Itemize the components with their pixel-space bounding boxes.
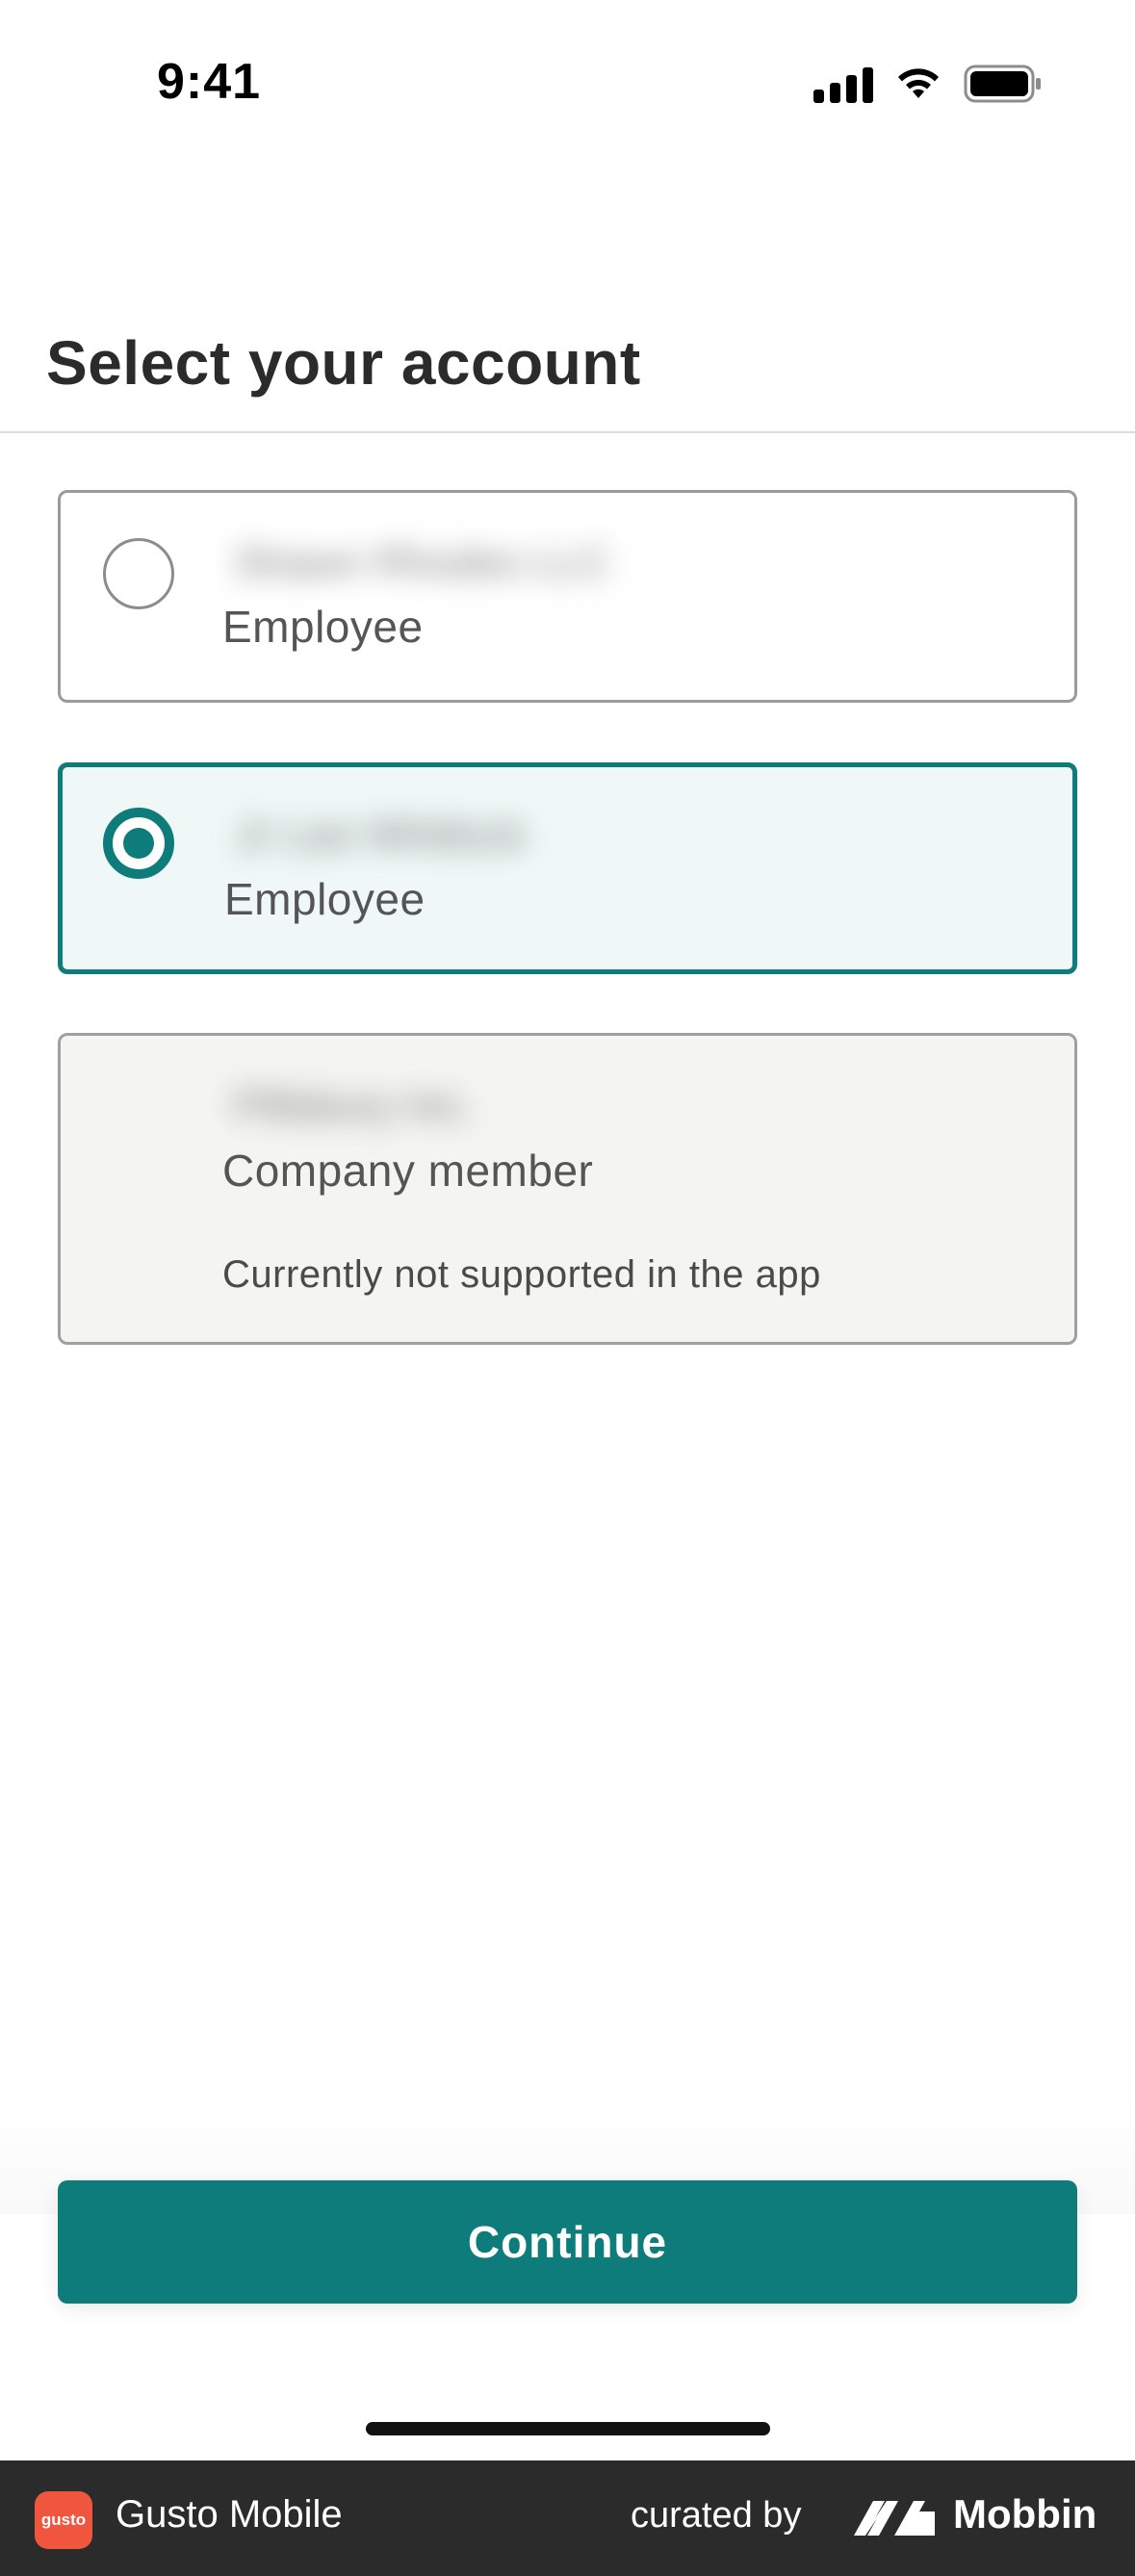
account-name: Jr Lee Whitlock xyxy=(236,811,526,859)
curated-by-label: curated by xyxy=(631,2495,802,2536)
mobbin-logo-icon xyxy=(852,2497,937,2544)
account-name-redacted: Jr Lee Whitlock xyxy=(217,798,717,865)
battery-icon xyxy=(964,64,1043,103)
account-name: Shawn Rhodes LLC xyxy=(234,539,611,586)
footer-bar: gusto Gusto Mobile curated by Mobbin xyxy=(0,2460,1135,2576)
brand-name: Mobbin xyxy=(953,2491,1097,2537)
home-indicator xyxy=(366,2422,770,2435)
account-name-redacted: Pillsbury Inc. xyxy=(215,1069,715,1136)
continue-button[interactable]: Continue xyxy=(58,2180,1077,2304)
account-name: Pillsbury Inc. xyxy=(234,1082,475,1129)
radio-button-checked[interactable] xyxy=(103,808,174,879)
unsupported-note: Currently not supported in the app xyxy=(222,1253,821,1296)
gusto-logo-icon: gusto xyxy=(35,2491,92,2549)
account-option-1[interactable]: Shawn Rhodes LLC Employee xyxy=(58,490,1077,703)
header-divider xyxy=(0,431,1135,433)
account-name-redacted: Shawn Rhodes LLC xyxy=(215,526,619,593)
status-bar: 9:41 xyxy=(0,0,1135,168)
page-title: Select your account xyxy=(46,328,641,398)
wifi-icon xyxy=(894,65,942,102)
status-icons xyxy=(813,64,1043,104)
account-option-3: Pillsbury Inc. Company member Currently … xyxy=(58,1033,1077,1345)
account-role: Company member xyxy=(222,1146,594,1196)
account-role: Employee xyxy=(224,874,426,924)
app-name: Gusto Mobile xyxy=(116,2493,343,2536)
status-time: 9:41 xyxy=(157,54,262,110)
cellular-signal-icon xyxy=(813,64,873,103)
radio-button-unchecked[interactable] xyxy=(103,538,174,609)
account-role: Employee xyxy=(222,602,424,652)
account-option-2[interactable]: Jr Lee Whitlock Employee xyxy=(58,762,1077,974)
